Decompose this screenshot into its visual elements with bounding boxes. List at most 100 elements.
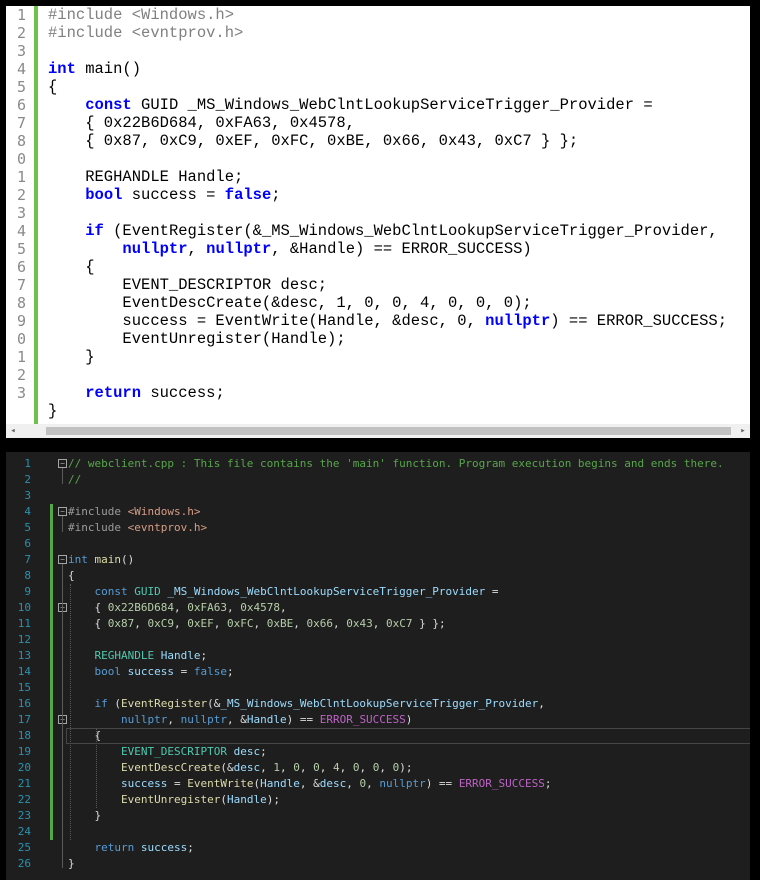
line-number: 19: [17, 745, 31, 758]
code-token: 0: [293, 761, 300, 774]
code-line: if (EventRegister(&_MS_Windows_WebClntLo…: [68, 696, 545, 712]
code-token: (): [121, 553, 135, 566]
code-token: #include <evntprov.h>: [48, 24, 244, 42]
code-keyword: const: [85, 96, 132, 114]
code-token: Handle: [260, 777, 300, 790]
line-number: 12: [17, 633, 31, 646]
code-line: EventDescCreate(&desc, 1, 0, 0, 4, 0, 0,…: [48, 294, 532, 312]
code-keyword: return: [94, 841, 135, 854]
line-number: 26: [17, 857, 31, 870]
code-keyword: nullptr: [379, 777, 426, 790]
outline-guide: [62, 564, 63, 868]
code-line: }: [68, 808, 101, 824]
code-token: main: [94, 553, 122, 566]
code-token: ,: [372, 617, 386, 630]
code-line: int main(): [68, 552, 134, 568]
scroll-left-arrow-icon[interactable]: ◂: [6, 424, 20, 438]
code-token: =: [485, 585, 499, 598]
code-token: #include: [68, 505, 128, 518]
line-number: 20: [17, 761, 31, 774]
outline-guide: [62, 468, 63, 484]
code-token: ,: [379, 761, 393, 774]
code-token: Handle: [160, 649, 201, 662]
fold-toggle-icon[interactable]: −: [58, 555, 67, 564]
code-line: EventUnregister(Handle);: [48, 330, 346, 348]
code-token: ,: [293, 617, 307, 630]
line-number: 1: [24, 457, 31, 470]
code-token: EventUnregister(Handle);: [48, 330, 346, 348]
line-number: 4: [16, 60, 26, 78]
code-token: EventWrite: [187, 777, 254, 790]
code-token: 0xFA63: [187, 601, 227, 614]
code-token: ;: [200, 649, 208, 662]
code-token: Handle: [246, 713, 287, 726]
fold-toggle-icon[interactable]: −: [58, 459, 67, 468]
code-token: }: [48, 348, 95, 366]
code-token: } };: [412, 617, 446, 630]
line-number: 7: [16, 114, 26, 132]
fold-toggle-icon[interactable]: −: [58, 507, 67, 516]
code-line: success = EventWrite(Handle, &desc, 0, n…: [48, 312, 727, 330]
light-horizontal-scrollbar[interactable]: ◂ ▸: [6, 424, 750, 438]
code-token: , &: [299, 777, 320, 790]
code-keyword: int: [48, 60, 76, 78]
code-token: ) ==: [425, 777, 459, 790]
code-token: , &Handle) == ERROR_SUCCESS): [271, 240, 532, 258]
line-number: 5: [24, 521, 31, 534]
line-number: 18: [17, 729, 31, 742]
code-token: #include: [68, 521, 128, 534]
horizontal-scroll-thumb[interactable]: [46, 427, 731, 435]
light-code-area[interactable]: #include <Windows.h> #include <evntprov.h…: [48, 6, 748, 424]
line-number: 16: [17, 697, 31, 710]
code-token: ;: [260, 745, 267, 758]
line-number: 8: [16, 132, 26, 150]
line-number: 1: [16, 168, 26, 186]
line-number: 25: [17, 841, 31, 854]
code-line: }: [48, 402, 57, 420]
code-line: { 0x87, 0xC9, 0xEF, 0xFC, 0xBE, 0x66, 0x…: [48, 132, 578, 150]
code-token: GUID: [134, 585, 161, 598]
code-line: nullptr, nullptr, &Handle) == ERROR_SUCC…: [48, 240, 532, 258]
code-token: ;: [271, 186, 281, 204]
code-token: ,: [134, 617, 148, 630]
code-token: { 0x22B6D684, 0xFA63, 0x4578,: [48, 114, 355, 132]
code-line: { 0x22B6D684, 0xFA63, 0x4578,: [48, 114, 355, 132]
code-token: ,: [226, 601, 241, 614]
code-token: EventUnregister: [120, 793, 221, 806]
scroll-right-arrow-icon[interactable]: ▸: [736, 424, 750, 438]
code-token: ,: [167, 713, 181, 726]
code-keyword: false: [193, 665, 227, 678]
code-token: 0xBE: [266, 617, 294, 630]
code-token: <evntprov.h>: [127, 521, 208, 534]
code-line: int main(): [48, 60, 141, 78]
code-line: {: [48, 258, 94, 276]
code-comment: //: [68, 473, 82, 486]
code-token: success: [140, 841, 188, 854]
code-line: #include <Windows.h>: [48, 6, 234, 24]
code-token: 1: [273, 761, 280, 774]
code-keyword: bool: [94, 665, 122, 678]
line-number: 1: [16, 348, 26, 366]
code-line: EVENT_DESCRIPTOR desc;: [68, 744, 267, 760]
code-token: ,: [299, 761, 314, 774]
code-token: (EventRegister(&_MS_Windows_WebClntLooku…: [103, 222, 718, 240]
line-number: 1: [16, 6, 26, 24]
line-number: 17: [17, 713, 31, 726]
code-token: ,: [187, 240, 207, 258]
line-number: 3: [16, 42, 26, 60]
code-line: //: [68, 472, 81, 488]
code-line: // webclient.cpp : This file contains th…: [68, 456, 724, 472]
code-keyword: nullptr: [206, 240, 272, 258]
code-token: ;: [544, 777, 552, 790]
code-token: REGHANDLE: [94, 649, 155, 662]
code-token: EventDescCreate(&desc, 1, 0, 0, 4, 0, 0,…: [48, 294, 532, 312]
code-line: success = EventWrite(Handle, &desc, 0, n…: [68, 776, 552, 792]
code-line: const GUID _MS_Windows_WebClntLookupServ…: [68, 584, 499, 600]
code-token: ,: [319, 761, 333, 774]
